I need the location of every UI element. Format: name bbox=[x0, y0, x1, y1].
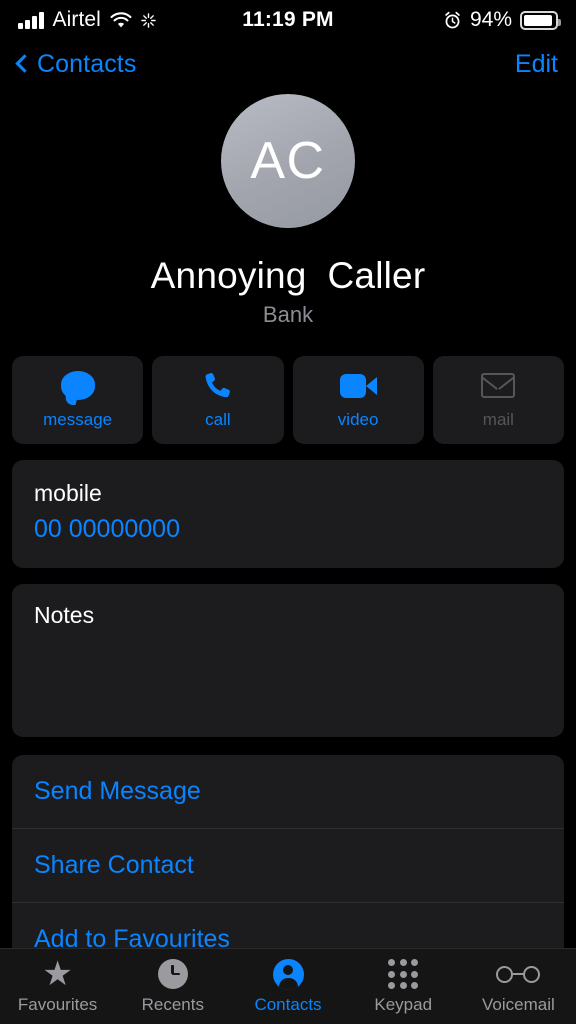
activity-spinner-icon bbox=[141, 12, 156, 28]
tab-contacts-label: Contacts bbox=[254, 995, 322, 1014]
contact-detail-screen: Airtel 11:19 PM 94% Contacts Edit AC Ann… bbox=[0, 0, 576, 1024]
notes-card[interactable]: Notes bbox=[12, 584, 564, 737]
video-camera-icon bbox=[339, 371, 377, 401]
tab-contacts[interactable]: Contacts bbox=[230, 958, 345, 1015]
battery-full-icon bbox=[520, 10, 561, 30]
chevron-left-icon bbox=[15, 54, 34, 73]
alarm-clock-icon bbox=[445, 11, 460, 28]
avatar[interactable]: AC bbox=[221, 94, 355, 228]
back-button[interactable]: Contacts bbox=[15, 49, 137, 79]
navigation-bar: Contacts Edit bbox=[0, 40, 576, 88]
phone-number-card[interactable]: mobile 00 00000000 bbox=[12, 460, 564, 568]
envelope-icon bbox=[481, 371, 516, 401]
signal-bars-icon bbox=[18, 11, 44, 29]
edit-button[interactable]: Edit bbox=[515, 50, 558, 79]
person-circle-icon bbox=[272, 958, 304, 990]
call-action-label: call bbox=[205, 409, 231, 429]
tab-bar: ★ Favourites Recents Contacts Keypad Voi… bbox=[0, 948, 576, 1024]
contact-actions-list: Send Message Share Contact Add to Favour… bbox=[12, 755, 564, 976]
message-action-button[interactable]: message bbox=[12, 356, 144, 444]
wifi-icon bbox=[110, 11, 132, 27]
status-bar-left: Airtel bbox=[18, 8, 156, 32]
video-action-label: video bbox=[337, 409, 379, 429]
tab-voicemail[interactable]: Voicemail bbox=[461, 958, 576, 1015]
phone-label: mobile bbox=[34, 480, 102, 506]
call-action-button[interactable]: call bbox=[152, 356, 284, 444]
video-action-button[interactable]: video bbox=[292, 356, 424, 444]
tab-recents[interactable]: Recents bbox=[115, 958, 230, 1015]
tab-keypad[interactable]: Keypad bbox=[346, 958, 461, 1015]
tab-favourites[interactable]: ★ Favourites bbox=[0, 955, 115, 1015]
keypad-dots-icon bbox=[388, 958, 419, 990]
phone-value[interactable]: 00 00000000 bbox=[34, 515, 542, 544]
tab-recents-label: Recents bbox=[141, 995, 204, 1014]
tab-voicemail-label: Voicemail bbox=[482, 995, 555, 1014]
contact-organization: Bank bbox=[262, 302, 314, 327]
message-bubble-icon bbox=[60, 371, 95, 405]
tab-keypad-label: Keypad bbox=[374, 995, 433, 1014]
quick-actions-row: message call video mail bbox=[0, 356, 576, 444]
status-bar: Airtel 11:19 PM 94% bbox=[0, 0, 576, 40]
contact-name: Annoying Caller bbox=[150, 255, 426, 296]
contact-header: AC Annoying Caller Bank bbox=[0, 88, 576, 328]
back-button-label: Contacts bbox=[37, 49, 137, 78]
tab-favourites-label: Favourites bbox=[17, 995, 98, 1014]
share-contact-row[interactable]: Share Contact bbox=[12, 828, 564, 902]
battery-percent-label: 94% bbox=[469, 8, 512, 31]
mail-action-button: mail bbox=[432, 356, 564, 444]
avatar-initials: AC bbox=[250, 132, 326, 190]
mail-action-label: mail bbox=[482, 409, 514, 429]
phone-handset-icon bbox=[202, 371, 233, 401]
notes-label: Notes bbox=[34, 602, 95, 628]
send-message-row[interactable]: Send Message bbox=[12, 755, 564, 828]
carrier-label: Airtel bbox=[52, 8, 101, 31]
voicemail-icon bbox=[496, 958, 541, 990]
message-action-label: message bbox=[43, 409, 113, 429]
status-bar-right: 94% bbox=[443, 8, 561, 32]
clock-icon bbox=[157, 958, 188, 990]
star-icon: ★ bbox=[42, 955, 73, 993]
